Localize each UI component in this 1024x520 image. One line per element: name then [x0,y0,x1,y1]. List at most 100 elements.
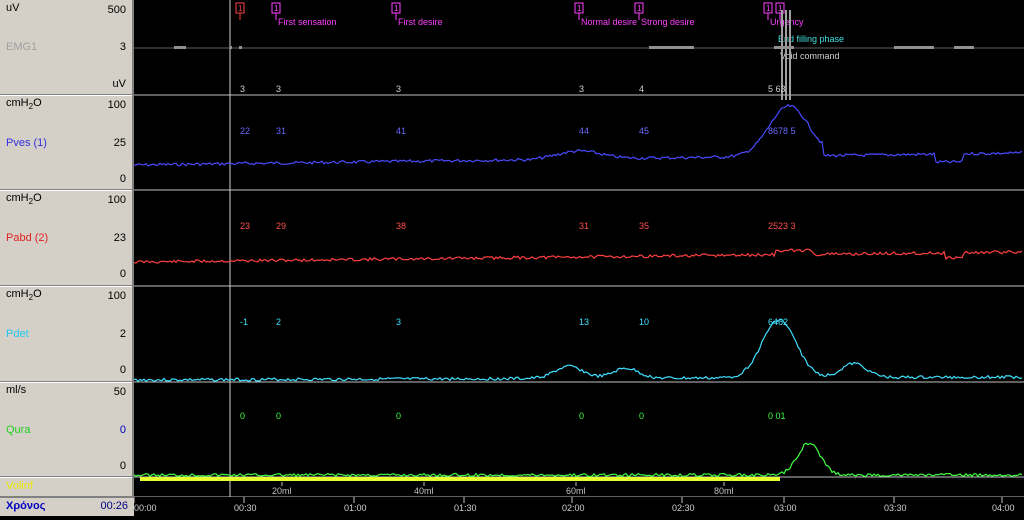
emg-burst [774,46,794,49]
reading-pves: 41 [396,126,406,136]
event-marker-number: 1 [637,4,642,13]
phase-label: Void command [780,51,840,61]
unit-label: cmH2O [6,192,42,207]
phase-label: End filling phase [778,34,844,44]
event-label: Normal desire [581,17,637,27]
volume-tick-label: 80ml [714,486,734,496]
reading-qura: 0 [639,411,644,421]
reading-pdet: -1 [240,317,248,327]
volume-tick-label: 20ml [272,486,292,496]
scale-mid: 0 [119,424,126,436]
reading-emg: 3 [579,84,584,94]
reading-emg: 3 [276,84,281,94]
reading-pabd: 23 [240,221,250,231]
channel-volinf[interactable]: Volinf [0,477,134,498]
scale-min: 0 [119,173,126,185]
reading-emg: 5 63 [768,84,786,94]
time-value: 00:26 [100,500,128,512]
event-marker-number: 1 [394,4,399,13]
scale-mid: 3 [119,41,126,53]
time-readout: Χρόνος 00:26 [0,497,134,516]
pves-trace [133,103,1023,167]
event-marker-number: 1 [577,4,582,13]
channel-label-panel: uV 500 EMG1 3 uV cmH2O 100 Pves (1) 25 0… [0,0,134,516]
emg-burst [954,46,974,49]
reading-emg: 3 [396,84,401,94]
scale-max: 500 [107,4,126,16]
channel-pves[interactable]: cmH2O 100 Pves (1) 25 0 [0,95,134,191]
channel-name: EMG1 [6,41,38,53]
scale-mid: 25 [113,137,126,149]
reading-emg: 3 [240,84,245,94]
channel-qura[interactable]: ml/s 50 Qura 0 0 [0,382,134,478]
time-tick-label: 04:00 [992,503,1015,513]
reading-qura: 0 [396,411,401,421]
event-label: First sensation [278,17,337,27]
emg-burst [174,46,186,49]
reading-pabd: 29 [276,221,286,231]
unit-label-bottom: uV [112,78,126,90]
scale-min: 0 [119,460,126,472]
time-tick-label: 00:00 [134,503,157,513]
scale-max: 100 [107,290,126,302]
urodynamic-traces[interactable]: 1 1First sensation1First desire1Normal de… [133,0,1024,515]
reading-pdet: 2 [276,317,281,327]
volinf-bar [140,477,780,481]
channel-name: Volinf [6,480,33,492]
emg-burst [894,46,934,49]
emg-burst [649,46,694,49]
channel-pdet[interactable]: cmH2O 100 Pdet 2 0 [0,286,134,383]
channel-emg1[interactable]: uV 500 EMG1 3 uV [0,0,134,96]
time-tick-label: 01:00 [344,503,367,513]
event-marker-number: 1 [238,4,243,13]
volume-tick-label: 40ml [414,486,434,496]
scale-max: 100 [107,99,126,111]
channel-name: Qura [6,424,31,436]
reading-pabd: 2523 3 [768,221,796,231]
scale-min: 0 [119,268,126,280]
emg-burst [230,46,232,49]
reading-pves: 22 [240,126,250,136]
reading-qura: 0 [240,411,245,421]
event-label: First desire [398,17,443,27]
emg-burst [239,46,242,49]
qura-trace [133,442,1023,478]
event-label: Strong desire [641,17,695,27]
scale-mid: 23 [113,232,126,244]
trace-area[interactable]: 1 1 First sensation 1 First desire 1 Normal de… [133,0,1024,515]
void-marker-bar [789,10,791,100]
reading-pves: 31 [276,126,286,136]
reading-pabd: 35 [639,221,649,231]
reading-pves: 44 [579,126,589,136]
reading-emg: 4 [639,84,644,94]
channel-name: Pabd (2) [6,232,49,244]
reading-pves: 45 [639,126,649,136]
event-marker-number: 1 [766,4,771,13]
reading-qura: 0 01 [768,411,786,421]
reading-pabd: 31 [579,221,589,231]
time-tick-label: 02:00 [562,503,585,513]
channel-pabd[interactable]: cmH2O 100 Pabd (2) 23 0 [0,190,134,287]
unit-label: uV [6,2,20,14]
time-tick-label: 01:30 [454,503,477,513]
reading-pdet: 10 [639,317,649,327]
unit-label: cmH2O [6,97,42,112]
reading-qura: 0 [579,411,584,421]
reading-pves: 8678 5 [768,126,796,136]
time-tick-label: 03:00 [774,503,797,513]
scale-max: 100 [107,194,126,206]
reading-pdet: 3 [396,317,401,327]
volume-tick-label: 60ml [566,486,586,496]
time-tick-label: 03:30 [884,503,907,513]
pabd-trace [133,248,1023,264]
time-label: Χρόνος [6,500,46,512]
pdet-trace [133,319,1023,383]
scale-mid: 2 [119,328,126,340]
channel-name: Pdet [6,328,29,340]
scale-min: 0 [119,364,126,376]
reading-pdet: 13 [579,317,589,327]
reading-pabd: 38 [396,221,406,231]
time-tick-label: 02:30 [672,503,695,513]
event-label: Urgency [770,17,804,27]
channel-name: Pves (1) [6,137,47,149]
